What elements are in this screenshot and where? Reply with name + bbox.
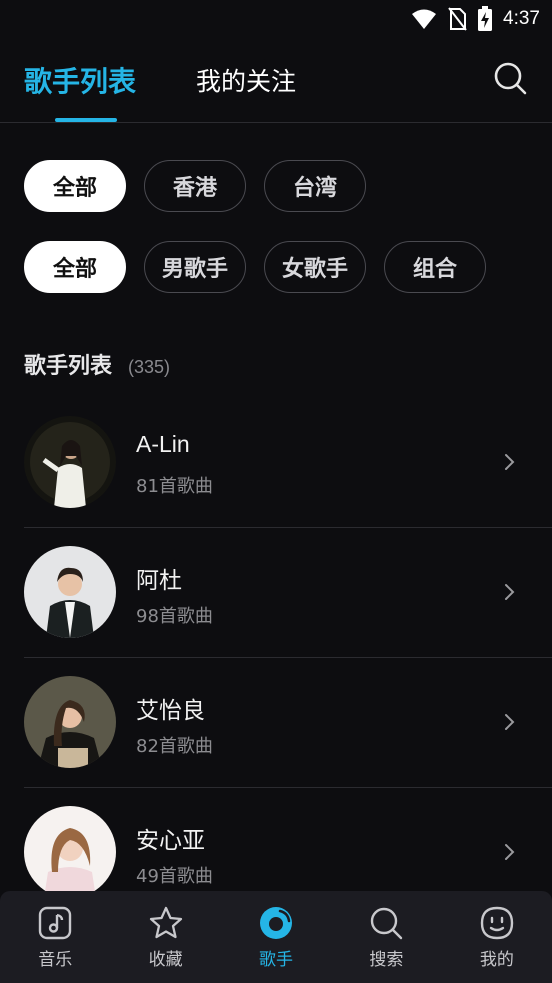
tab-singer-list[interactable]: 歌手列表: [24, 60, 136, 100]
music-note-icon: [39, 906, 72, 940]
artist-row[interactable]: A-Lin 81首歌曲: [0, 398, 552, 528]
type-chip-male[interactable]: 男歌手: [144, 241, 246, 293]
avatar: [24, 806, 116, 898]
nav-music[interactable]: 音乐: [0, 891, 110, 983]
artist-row[interactable]: 阿杜 98首歌曲: [0, 528, 552, 658]
tab-following[interactable]: 我的关注: [196, 62, 296, 98]
tab-indicator: [55, 118, 117, 122]
nav-favorites[interactable]: 收藏: [110, 891, 220, 983]
header: 歌手列表 我的关注: [0, 38, 552, 123]
type-chip-group[interactable]: 组合: [384, 241, 486, 293]
wifi-icon: [412, 9, 437, 29]
song-count: 49首歌曲: [136, 866, 213, 887]
chevron-right-icon: [505, 714, 515, 730]
region-chip-hongkong[interactable]: 香港: [144, 160, 246, 212]
artist-name: 艾怡良: [136, 697, 205, 723]
nav-search[interactable]: 搜索: [331, 891, 441, 983]
artist-name: A-Lin: [136, 431, 190, 457]
artist-list: A-Lin 81首歌曲 阿杜 98首歌曲 艾怡良 82首歌曲 安心亚 49首歌曲: [0, 398, 552, 918]
type-filter: 全部 男歌手 女歌手 组合: [24, 241, 486, 293]
type-chip-all[interactable]: 全部: [24, 241, 126, 293]
section-title: 歌手列表: [24, 354, 113, 379]
star-icon: [149, 906, 182, 939]
avatar: [24, 416, 116, 508]
avatar: [24, 676, 116, 768]
type-chip-female[interactable]: 女歌手: [264, 241, 366, 293]
chevron-right-icon: [505, 584, 515, 600]
battery-charging-icon: [478, 6, 493, 31]
singer-icon: [260, 907, 293, 939]
status-time: 4:37: [503, 8, 540, 29]
song-count: 98首歌曲: [136, 606, 213, 627]
nav-label: 我的: [479, 950, 514, 970]
avatar: [24, 546, 116, 638]
nav-singers[interactable]: 歌手: [221, 891, 331, 983]
bottom-nav: 音乐 收藏 歌手 搜索 我的: [0, 891, 552, 983]
chevron-right-icon: [505, 454, 515, 470]
section-header: 歌手列表 (335): [24, 348, 170, 380]
song-count: 81首歌曲: [136, 476, 213, 497]
nav-label: 收藏: [148, 950, 183, 970]
artist-row[interactable]: 艾怡良 82首歌曲: [0, 658, 552, 788]
region-chip-taiwan[interactable]: 台湾: [264, 160, 366, 212]
status-bar: 4:37: [0, 0, 552, 38]
smiley-icon: [480, 906, 514, 940]
nav-label: 音乐: [38, 950, 73, 970]
nav-label: 歌手: [259, 950, 294, 970]
search-icon: [371, 907, 403, 940]
song-count: 82首歌曲: [136, 736, 213, 757]
nav-mine[interactable]: 我的: [442, 891, 552, 983]
artist-name: 阿杜: [136, 567, 182, 593]
no-sim-icon: [448, 7, 467, 31]
nav-label: 搜索: [369, 950, 404, 970]
region-filter: 全部 香港 台湾: [24, 160, 366, 212]
artist-count: (335): [128, 357, 171, 377]
artist-name: 安心亚: [136, 827, 205, 853]
chevron-right-icon: [505, 844, 515, 860]
region-chip-all[interactable]: 全部: [24, 160, 126, 212]
search-icon[interactable]: [492, 60, 528, 96]
